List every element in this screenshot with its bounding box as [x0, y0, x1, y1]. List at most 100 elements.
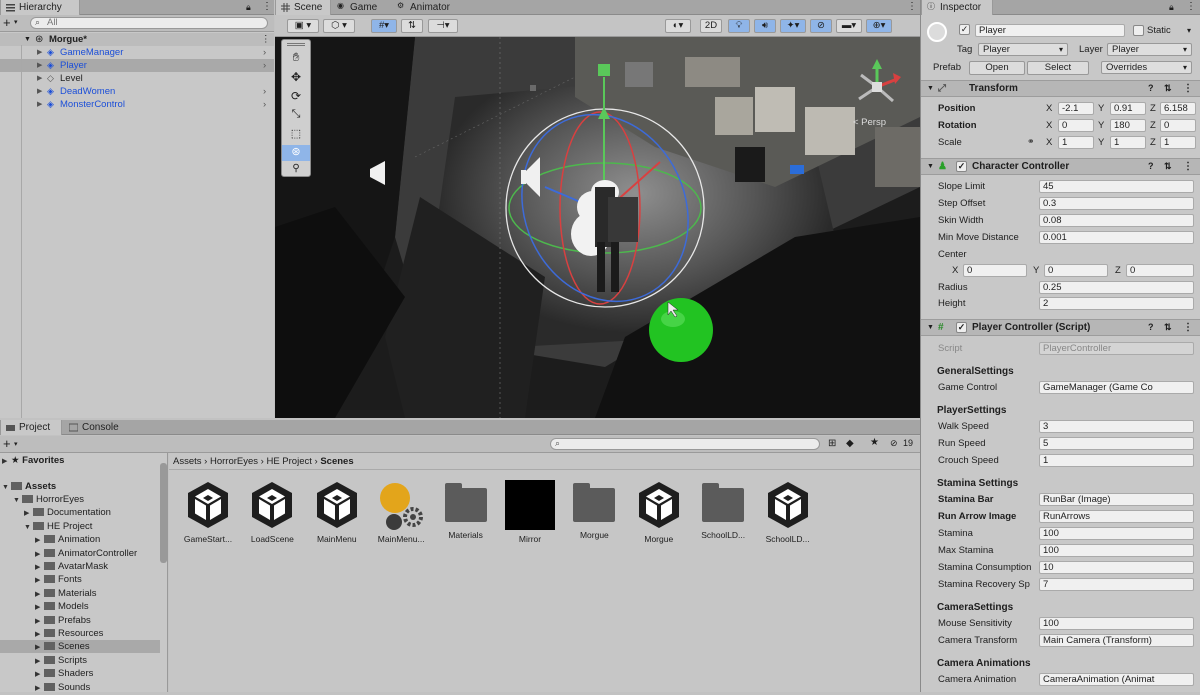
hierarchy-search-input[interactable]: ⌕ All [30, 17, 268, 29]
tree-item[interactable]: ▶ Scenes [0, 640, 160, 654]
chevron-right-icon[interactable]: › [263, 59, 266, 72]
draw-mode-dropdown[interactable]: ▣ ▾ [287, 19, 319, 33]
tab-animator[interactable]: ⚙ Animator [392, 0, 472, 15]
scale-y-field[interactable]: 1 [1110, 136, 1146, 149]
asset-item[interactable]: GameStart... [178, 480, 238, 544]
character-controller-enabled-checkbox[interactable]: ✓ [956, 161, 967, 172]
component-menu-icon[interactable]: ⋮ [1183, 81, 1193, 96]
tree-item[interactable]: ▶ Scripts [0, 654, 160, 667]
tree-item[interactable]: ▼ HorrorEyes [0, 493, 160, 506]
hierarchy-item[interactable]: ▶ ◈ DeadWomen › [0, 85, 274, 98]
mouse-sensitivity-field[interactable]: 100 [1039, 617, 1194, 630]
hierarchy-item[interactable]: ▶ ◈ GameManager › [0, 46, 274, 59]
scene-menu-icon[interactable]: ⋮ [261, 33, 271, 46]
position-x-field[interactable]: -2.1 [1058, 102, 1094, 115]
transform-tool-icon[interactable]: ⊛ [282, 145, 310, 161]
presets-icon[interactable]: ⇅ [1164, 320, 1172, 335]
rotation-x-field[interactable]: 0 [1058, 119, 1094, 132]
collapse-arrow-icon[interactable]: ▶ [35, 601, 44, 614]
camera-settings-button[interactable]: ▬▾ [836, 19, 862, 33]
hierarchy-item-selected[interactable]: ▶ ◈ Player › [0, 59, 274, 72]
grid-toggle-button[interactable]: #▾ [371, 19, 397, 33]
assets-row[interactable]: ▼ Assets [0, 480, 160, 493]
walk-speed-field[interactable]: 3 [1039, 420, 1194, 433]
transform-header[interactable]: ▼ ⤢ Transform ? ⇅ ⋮ [921, 80, 1200, 97]
shading-sphere-button[interactable]: ◐▾ [665, 19, 691, 33]
hidden-objects-button[interactable]: ⊘ [810, 19, 832, 33]
center-y-field[interactable]: 0 [1044, 264, 1108, 277]
stamina-consumption-field[interactable]: 10 [1039, 561, 1194, 574]
kebab-menu-icon[interactable]: ⋮ [262, 1, 272, 12]
kebab-menu-icon[interactable]: ⋮ [1186, 1, 1196, 12]
tree-item[interactable]: ▶ Models [0, 600, 160, 613]
chevron-right-icon[interactable]: › [263, 98, 266, 111]
increment-snap-button[interactable]: ⊣▾ [428, 19, 458, 33]
object-name-field[interactable]: Player [975, 24, 1125, 37]
search-by-label-icon[interactable]: ◆ [846, 438, 854, 449]
custom-tool-icon[interactable]: ⚲ [284, 163, 308, 177]
expand-arrow-icon[interactable]: ▼ [24, 521, 33, 534]
asset-item[interactable]: LoadScene [242, 480, 302, 544]
breadcrumb-item-current[interactable]: Scenes [320, 456, 353, 467]
collapse-arrow-icon[interactable]: ▶ [37, 46, 42, 59]
character-controller-header[interactable]: ▼ ♟ ✓ Character Controller ? ⇅ ⋮ [921, 158, 1200, 175]
add-dropdown-icon[interactable]: ▾ [14, 18, 18, 26]
tree-item[interactable]: ▼ HE Project [0, 520, 160, 533]
tree-item[interactable]: ▶ Fonts [0, 573, 160, 586]
gizmos-button[interactable]: ⊕▾ [866, 19, 892, 33]
tree-item[interactable]: ▶ AvatarMask [0, 560, 160, 573]
add-icon[interactable]: + [3, 436, 11, 451]
slope-limit-field[interactable]: 45 [1039, 180, 1194, 193]
scene-viewport[interactable]: ✋︎ ✥ ⟳ ⤡ ⬚ ⊛ ⚲ < Persp [275, 37, 920, 418]
crouch-speed-field[interactable]: 1 [1039, 454, 1194, 467]
collapse-arrow-icon[interactable]: ▶ [37, 85, 42, 98]
presets-icon[interactable]: ⇅ [1164, 159, 1172, 174]
asset-item[interactable]: Morgue [629, 480, 689, 544]
run-speed-field[interactable]: 5 [1039, 437, 1194, 450]
center-x-field[interactable]: 0 [963, 264, 1027, 277]
skin-width-field[interactable]: 0.08 [1039, 214, 1194, 227]
player-controller-enabled-checkbox[interactable]: ✓ [956, 322, 967, 333]
collapse-arrow-icon[interactable]: ▶ [24, 507, 33, 520]
favorites-star-icon[interactable]: ★ [870, 437, 879, 448]
collapse-arrow-icon[interactable]: ▶ [35, 668, 44, 681]
scale-tool-icon[interactable]: ⤡ [284, 108, 308, 126]
tree-scrollbar[interactable] [160, 463, 167, 563]
asset-item[interactable]: SchoolLD... [693, 480, 753, 540]
tab-console[interactable]: Console [64, 420, 130, 435]
tree-item[interactable]: ▶ Resources [0, 627, 160, 640]
foldout-arrow-icon[interactable]: ▼ [927, 320, 934, 335]
collapse-arrow-icon[interactable]: ▶ [2, 455, 11, 468]
chevron-right-icon[interactable]: › [263, 46, 266, 59]
player-controller-header[interactable]: ▼ # ✓ Player Controller (Script) ? ⇅ ⋮ [921, 319, 1200, 336]
search-by-type-icon[interactable]: ⊞ [828, 438, 836, 449]
collapse-arrow-icon[interactable]: ▶ [37, 98, 42, 111]
radius-field[interactable]: 0.25 [1039, 281, 1194, 294]
min-move-distance-field[interactable]: 0.001 [1039, 231, 1194, 244]
asset-item[interactable]: Mirror [500, 480, 560, 544]
layer-dropdown[interactable]: Player [1107, 43, 1192, 56]
max-stamina-field[interactable]: 100 [1039, 544, 1194, 557]
mode-2d-button[interactable]: 2D [700, 19, 722, 33]
move-tool-icon[interactable]: ✥ [284, 70, 308, 88]
rect-tool-icon[interactable]: ⬚ [284, 127, 308, 145]
lock-icon[interactable]: 🔒︎ [1169, 2, 1174, 13]
kebab-menu-icon[interactable]: ⋮ [907, 1, 917, 12]
foldout-arrow-icon[interactable]: ▼ [927, 81, 934, 96]
add-icon[interactable]: + [3, 15, 11, 30]
expand-arrow-icon[interactable]: ▼ [24, 33, 31, 46]
stamina-recovery-field[interactable]: 7 [1039, 578, 1194, 591]
add-dropdown-icon[interactable]: ▾ [14, 440, 18, 448]
collapse-arrow-icon[interactable]: ▶ [35, 682, 44, 695]
hierarchy-item[interactable]: ▶ ◈ MonsterControl › [0, 98, 274, 111]
collapse-arrow-icon[interactable]: ▶ [35, 628, 44, 641]
asset-item[interactable]: Materials [436, 480, 496, 540]
collapse-arrow-icon[interactable]: ▶ [37, 59, 42, 72]
hidden-packages-icon[interactable]: ⊘ [890, 438, 898, 449]
asset-item[interactable]: SchoolLD... [758, 480, 818, 544]
effects-button[interactable]: ✦▾ [780, 19, 806, 33]
prefab-select-button[interactable]: Select [1027, 61, 1089, 75]
collapse-arrow-icon[interactable]: ▶ [35, 574, 44, 587]
scale-z-field[interactable]: 1 [1160, 136, 1196, 149]
tab-scene[interactable]: Scene [275, 0, 331, 15]
